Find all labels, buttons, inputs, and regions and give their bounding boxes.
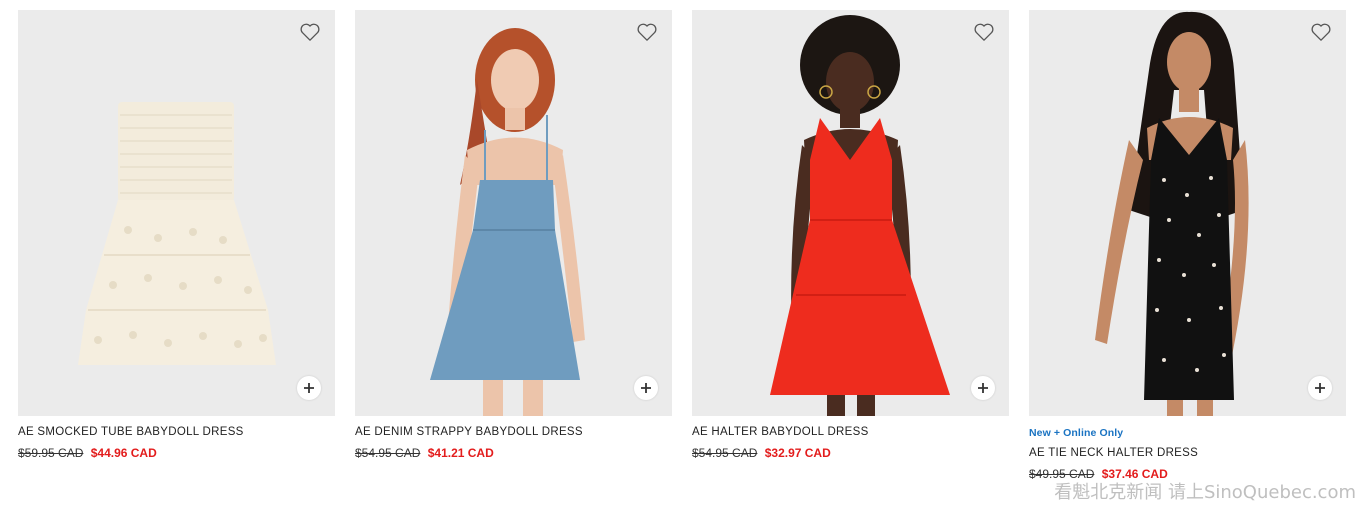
product-image[interactable]	[692, 10, 1009, 416]
product-name[interactable]: AE DENIM STRAPPY BABYDOLL DRESS	[355, 426, 672, 438]
plus-icon	[641, 383, 651, 393]
model-photo	[692, 10, 1009, 416]
product-prices: $54.95 CAD $41.21 CAD	[355, 446, 672, 460]
sale-price: $41.21 CAD	[427, 446, 494, 460]
dress-flatlay-image	[18, 10, 335, 416]
quick-add-button[interactable]	[971, 376, 995, 400]
site-watermark: 看魁北克新闻 请上SinoQuebec.com	[1054, 482, 1356, 503]
quick-add-button[interactable]	[1308, 376, 1332, 400]
product-grid: AE SMOCKED TUBE BABYDOLL DRESS $59.95 CA…	[18, 10, 1346, 481]
product-name[interactable]: AE SMOCKED TUBE BABYDOLL DRESS	[18, 426, 335, 438]
product-card[interactable]: New + Online Only AE TIE NECK HALTER DRE…	[1029, 10, 1346, 481]
model-photo	[1029, 10, 1346, 416]
product-card[interactable]: AE DENIM STRAPPY BABYDOLL DRESS $54.95 C…	[355, 10, 672, 481]
product-prices: $54.95 CAD $32.97 CAD	[692, 446, 1009, 460]
plus-icon	[1315, 383, 1325, 393]
product-image[interactable]	[18, 10, 335, 416]
product-name[interactable]: AE TIE NECK HALTER DRESS	[1029, 447, 1346, 459]
plus-icon	[978, 383, 988, 393]
heart-outline-icon[interactable]	[973, 22, 995, 42]
quick-add-button[interactable]	[634, 376, 658, 400]
original-price: $54.95 CAD	[692, 446, 758, 460]
original-price: $59.95 CAD	[18, 446, 84, 460]
product-name[interactable]: AE HALTER BABYDOLL DRESS	[692, 426, 1009, 438]
sale-price: $44.96 CAD	[90, 446, 157, 460]
heart-outline-icon[interactable]	[299, 22, 321, 42]
original-price: $54.95 CAD	[355, 446, 421, 460]
quick-add-button[interactable]	[297, 376, 321, 400]
heart-outline-icon[interactable]	[636, 22, 658, 42]
product-card[interactable]: AE SMOCKED TUBE BABYDOLL DRESS $59.95 CA…	[18, 10, 335, 481]
product-prices: $59.95 CAD $44.96 CAD	[18, 446, 335, 460]
plus-icon	[304, 383, 314, 393]
product-badge: New + Online Only	[1029, 427, 1124, 439]
product-card[interactable]: AE HALTER BABYDOLL DRESS $54.95 CAD $32.…	[692, 10, 1009, 481]
product-image[interactable]	[1029, 10, 1346, 416]
model-photo	[355, 10, 672, 416]
heart-outline-icon[interactable]	[1310, 22, 1332, 42]
product-image[interactable]	[355, 10, 672, 416]
sale-price: $32.97 CAD	[764, 446, 831, 460]
